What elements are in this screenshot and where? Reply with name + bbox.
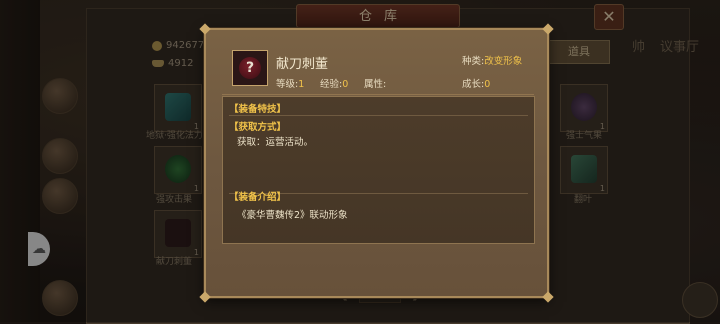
item-level: 等级:1: [276, 76, 304, 90]
divider: [229, 115, 528, 116]
item-attribute: 属性:: [364, 76, 386, 90]
traits-title: 【装备特技】: [229, 104, 287, 115]
item-growth: 成长:0: [462, 76, 490, 90]
type-value: 改变形象: [484, 56, 523, 67]
exp-value: 0: [342, 79, 349, 90]
source-title: 【获取方式】: [229, 122, 287, 133]
item-detail-content: 【装备特技】 【获取方式】 获取：运营活动。 【装备介绍】 《豪华曹魏传2》联动…: [222, 96, 535, 244]
intro-body: 《豪华曹魏传2》联动形象: [237, 210, 348, 221]
exp-label: 经验:: [320, 79, 343, 90]
item-type: 种类:改变形象: [462, 53, 522, 67]
item-icon: ?: [232, 50, 268, 86]
source-body: 获取：运营活动。: [237, 137, 314, 148]
growth-value: 0: [484, 79, 491, 90]
level-label: 等级:: [276, 79, 299, 90]
level-value: 1: [298, 79, 305, 90]
type-label: 种类:: [462, 56, 485, 67]
growth-label: 成长:: [462, 79, 485, 90]
intro-title: 【装备介绍】: [229, 192, 287, 203]
question-mark-icon: ?: [239, 57, 261, 79]
item-detail-popup: ? 献刀刺董 种类:改变形象 等级:1 经验:0 属性: 成长:0 【装备特技】…: [199, 23, 554, 303]
divider: [222, 94, 534, 95]
attribute-label: 属性:: [364, 79, 387, 90]
item-name: 献刀刺董: [276, 57, 329, 72]
item-exp: 经验:0: [320, 76, 348, 90]
